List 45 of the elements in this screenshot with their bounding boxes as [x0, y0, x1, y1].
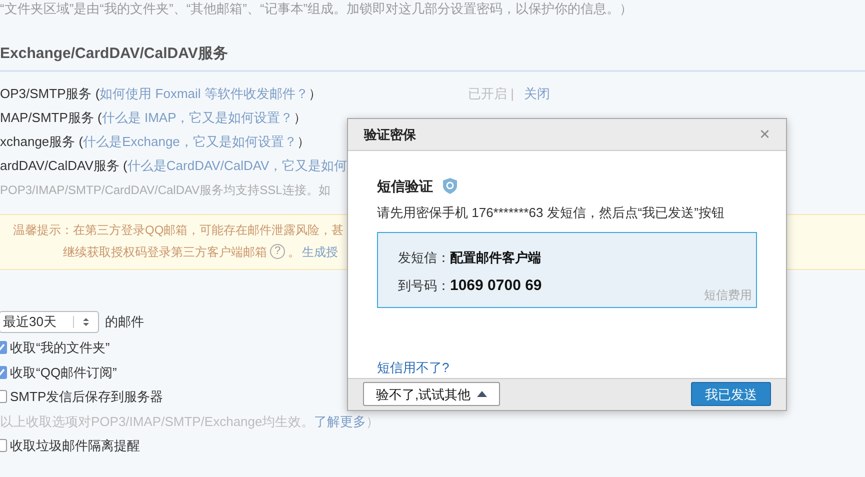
close-link[interactable]: 关闭 — [524, 84, 550, 104]
service-name: xchange服务 ( — [0, 132, 84, 151]
phone-number: 1069 0700 69 — [450, 276, 542, 296]
paren-text: ） — [308, 84, 322, 103]
period-text: 。 — [288, 244, 300, 260]
help-link[interactable]: 什么是Exchange，它又是如何设置？ — [83, 132, 297, 152]
intro-text: “文件夹区域”是由“我的文件夹”、“其他邮箱”、“记事本”组成。加锁即对这几部分设置密码，以保护你的信息。） — [0, 1, 634, 17]
service-name: OP3/SMTP服务 ( — [0, 84, 100, 103]
option-label: 收取“我的文件夹” — [10, 339, 110, 357]
generate-link[interactable]: 生成授 — [302, 242, 338, 260]
sms-label: 发短信： — [398, 249, 450, 268]
ssl-note: POP3/IMAP/SMTP/CardDAV/CalDAV服务均支持SSL连接。如 — [0, 182, 330, 198]
service-name: ardDAV/CalDAV服务 ( — [0, 156, 128, 175]
option-label: SMTP发信后保存到服务器 — [10, 388, 164, 406]
range-select[interactable]: 最近30天 — [0, 310, 99, 332]
updown-icon — [82, 316, 90, 326]
dialog-title: 验证密保 — [364, 126, 416, 144]
caret-icon — [476, 391, 487, 398]
status-text: 已开启 | — [468, 84, 514, 103]
help-link[interactable]: 短信用不了? — [377, 358, 757, 378]
close-button[interactable]: × — [759, 125, 770, 144]
shield-icon — [443, 178, 457, 194]
range-suffix: 的邮件 — [105, 312, 144, 331]
help-link[interactable]: 什么是 IMAP，它又是如何设置？ — [102, 108, 294, 128]
warning-text: 温馨提示：在第三方登录QQ邮箱，可能存在邮件泄露风险，甚 — [13, 222, 344, 238]
help-link[interactable]: 什么是CardDAV/CalDAV，它又是如何 — [127, 156, 348, 176]
option-label: 收取垃圾邮件隔离提醒 — [10, 437, 140, 455]
note-text: 以上收取选项对POP3/IMAP/SMTP/Exchange均生效。 — [0, 412, 314, 431]
note-link[interactable]: 了解更多 — [314, 412, 366, 431]
sms-heading: 短信验证 — [377, 176, 433, 196]
fee-link[interactable]: 短信费用 — [704, 286, 752, 304]
help-icon: ? — [270, 244, 285, 259]
number-label: 到号码： — [398, 277, 450, 296]
option-label: 收取“QQ邮件订阅” — [10, 364, 117, 382]
sms-content: 配置邮件客户端 — [450, 249, 541, 268]
paren-text: ） — [296, 132, 310, 151]
other-methods-button[interactable]: 验不了,试试其他 — [363, 382, 500, 406]
warning-text: 继续获取授权码登录第三方客户端邮箱 — [63, 244, 267, 260]
service-name: MAP/SMTP服务 ( — [0, 108, 102, 127]
paren-text: ） — [293, 108, 306, 127]
send-button[interactable]: 我已发送 — [691, 382, 771, 406]
paren-text: ） — [366, 412, 380, 430]
instruction-text: 请先用密保手机 176*******63 发短信，然后点“我已发送”按钮 — [377, 204, 726, 222]
section-title: Exchange/CardDAV/CalDAV服务 — [0, 44, 229, 64]
help-link[interactable]: 如何使用 Foxmail 等软件收发邮件？ — [100, 84, 308, 104]
